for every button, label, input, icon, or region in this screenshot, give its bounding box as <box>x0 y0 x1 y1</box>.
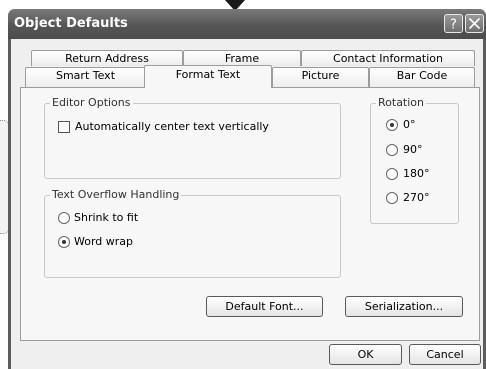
rotation-180-label[interactable]: 180° <box>403 167 430 180</box>
default-font-button[interactable]: Default Font... <box>206 296 323 317</box>
serialization-button[interactable]: Serialization... <box>345 296 463 317</box>
svg-text:?: ? <box>450 18 457 33</box>
tab-contact-information[interactable]: Contact Information <box>301 50 475 66</box>
rotation-90-radio[interactable] <box>386 144 398 156</box>
editor-options-group: Editor Options Automatically center text… <box>44 96 341 179</box>
question-mark-icon: ? <box>450 18 457 33</box>
object-defaults-dialog: Object Defaults ? Return Address Frame C… <box>8 9 486 369</box>
tab-return-address[interactable]: Return Address <box>31 50 183 66</box>
tab-bar-code[interactable]: Bar Code <box>369 67 475 88</box>
word-wrap-label[interactable]: Word wrap <box>74 235 133 248</box>
tab-format-text[interactable]: Format Text <box>144 65 272 88</box>
rotation-0-radio[interactable] <box>386 119 398 131</box>
tab-frame[interactable]: Frame <box>183 50 301 66</box>
rotation-90-label[interactable]: 90° <box>403 143 423 156</box>
title-bar[interactable]: Object Defaults ? <box>8 9 486 39</box>
center-text-checkbox[interactable] <box>58 121 70 133</box>
rotation-180-radio[interactable] <box>386 168 398 180</box>
rotation-legend: Rotation <box>376 96 427 109</box>
close-icon <box>468 17 481 30</box>
text-overflow-legend: Text Overflow Handling <box>50 188 182 201</box>
rotation-group: Rotation 0° 90° 180° 270° <box>370 96 459 224</box>
dialog-title: Object Defaults <box>14 16 128 31</box>
ok-button[interactable]: OK <box>329 344 402 365</box>
word-wrap-radio[interactable] <box>58 236 70 248</box>
cancel-button[interactable]: Cancel <box>409 344 481 365</box>
help-button[interactable]: ? <box>444 14 463 33</box>
shrink-to-fit-label[interactable]: Shrink to fit <box>74 211 138 224</box>
editor-options-legend: Editor Options <box>50 96 133 109</box>
dialog-client-area: Return Address Frame Contact Information… <box>11 39 483 369</box>
text-overflow-group: Text Overflow Handling Shrink to fit Wor… <box>44 188 341 278</box>
tab-picture[interactable]: Picture <box>272 67 369 88</box>
rotation-270-radio[interactable] <box>386 192 398 204</box>
close-button[interactable] <box>465 14 484 33</box>
rotation-0-label[interactable]: 0° <box>403 118 416 131</box>
center-text-label[interactable]: Automatically center text vertically <box>75 120 269 133</box>
rotation-270-label[interactable]: 270° <box>403 191 430 204</box>
shrink-to-fit-radio[interactable] <box>58 212 70 224</box>
tab-smart-text[interactable]: Smart Text <box>25 67 146 88</box>
format-text-panel: Editor Options Automatically center text… <box>20 87 480 341</box>
